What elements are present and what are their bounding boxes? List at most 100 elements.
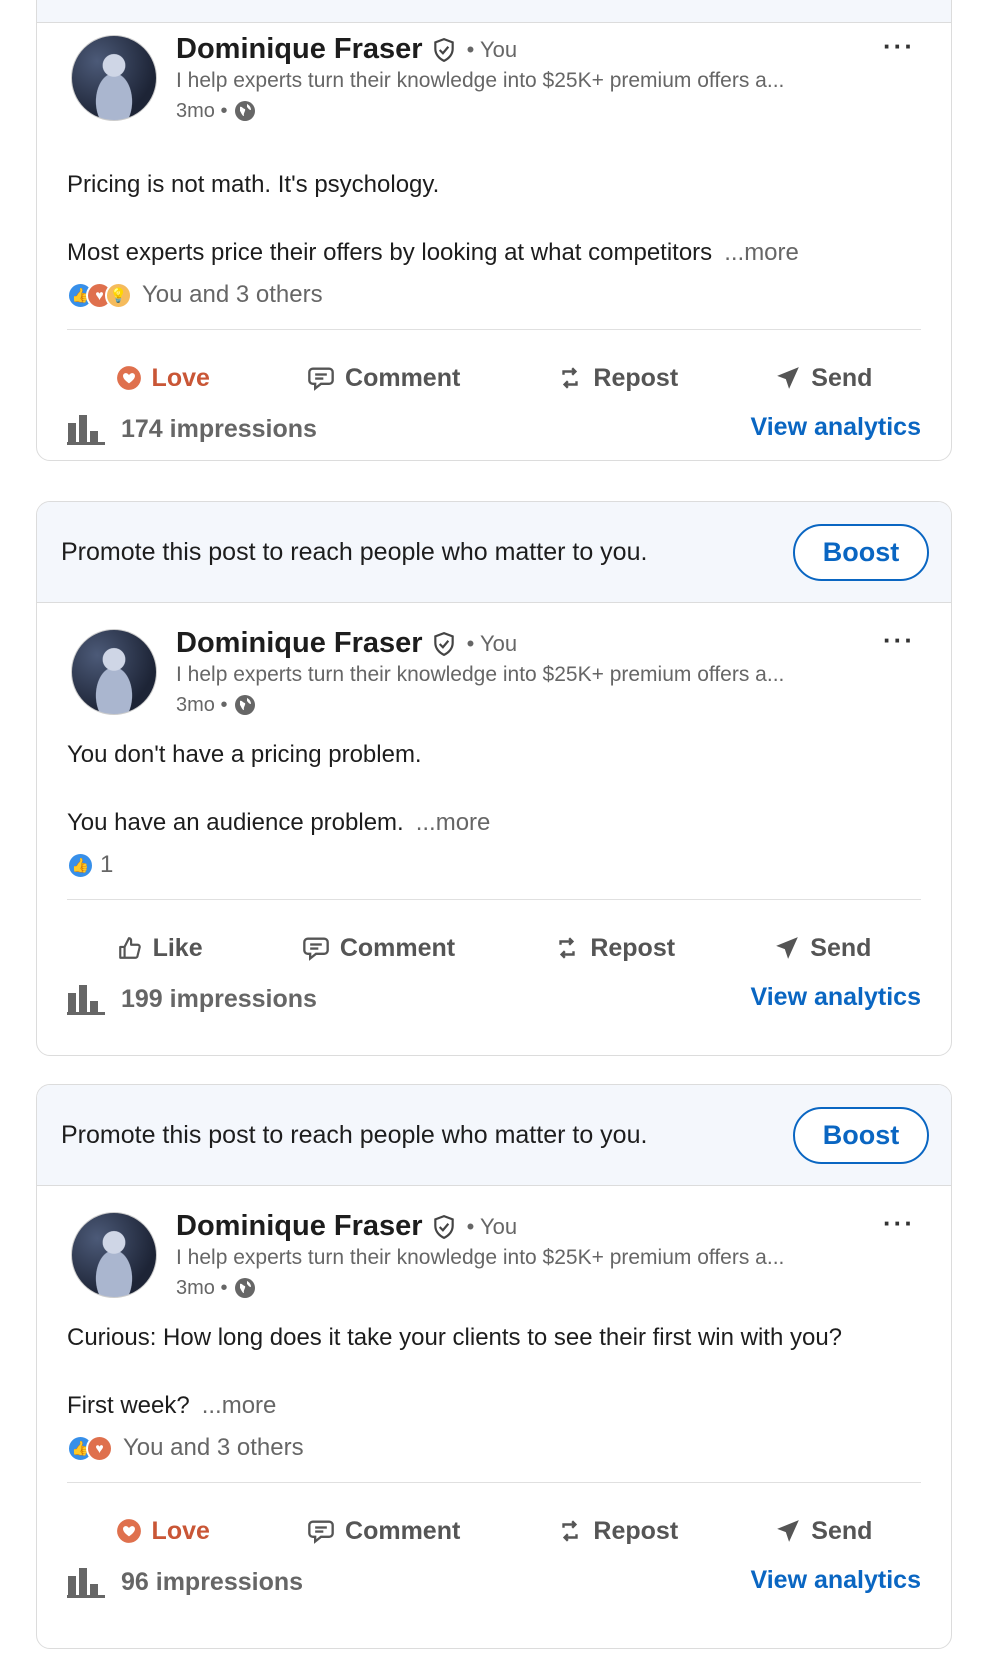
like-button[interactable]: Like <box>103 923 217 973</box>
promo-text: Promote this post to reach people who ma… <box>61 1120 648 1149</box>
repost-button[interactable]: Repost <box>543 353 692 403</box>
divider <box>67 899 921 900</box>
headline: I help experts turn their knowledge into… <box>176 1246 785 1269</box>
you-label: • You <box>466 1213 518 1239</box>
thumbs-up-icon <box>118 937 141 959</box>
impressions-count: 199 impressions <box>121 984 317 1013</box>
send-button[interactable]: Send <box>761 1506 886 1556</box>
love-icon <box>116 1519 141 1543</box>
comment-button[interactable]: Comment <box>293 1506 474 1556</box>
globe-icon <box>235 101 256 121</box>
reactions-summary[interactable]: 👍 1 <box>67 851 113 879</box>
impressions-count: 96 impressions <box>121 1567 304 1596</box>
repost-button[interactable]: Repost <box>543 1506 692 1556</box>
author-row: Dominique Fraser • You <box>176 33 517 66</box>
verified-icon <box>433 37 454 62</box>
repost-icon <box>562 367 579 389</box>
post-text: First week? <box>67 1392 190 1419</box>
headline: I help experts turn their knowledge into… <box>176 69 785 92</box>
insightful-icon: 💡 <box>105 281 132 309</box>
reactions-summary[interactable]: 👍 ♥ 💡 You and 3 others <box>67 281 323 309</box>
post-1: Dominique Fraser • You I help experts tu… <box>37 23 951 460</box>
action-bar: Love Comment Repost Send <box>67 353 921 403</box>
reaction-count: You and 3 others <box>123 1434 304 1461</box>
post-card-3: Promote this post to reach people who ma… <box>36 1084 952 1649</box>
comment-button[interactable]: Comment <box>293 353 474 403</box>
view-analytics-link[interactable]: View analytics <box>751 413 921 442</box>
post-3: Dominique Fraser • You I help experts tu… <box>37 1186 951 1639</box>
action-bar: Like Comment Repost Send <box>67 923 921 973</box>
reaction-count: 1 <box>100 851 114 878</box>
like-label: Like <box>152 933 203 962</box>
view-analytics-link[interactable]: View analytics <box>751 983 921 1012</box>
repost-label: Repost <box>590 933 676 962</box>
meta-row: 3mo • <box>176 99 257 123</box>
author-name[interactable]: Dominique Fraser <box>176 627 423 660</box>
boost-button[interactable]: Boost <box>793 1106 929 1164</box>
promo-banner: Promote this post to reach people who ma… <box>37 1085 951 1186</box>
send-label: Send <box>810 933 872 962</box>
author-name[interactable]: Dominique Fraser <box>176 1210 423 1243</box>
more-options-button[interactable]: ··· <box>883 625 915 656</box>
send-icon <box>777 367 800 389</box>
love-button[interactable]: Love <box>102 1506 224 1556</box>
avatar[interactable] <box>71 629 157 715</box>
love-label: Love <box>151 363 210 392</box>
comment-label: Comment <box>339 933 456 962</box>
see-more-link[interactable]: ...more <box>202 1392 277 1419</box>
post-text: Most experts price their offers by looki… <box>67 239 713 266</box>
post-age: 3mo • <box>176 693 228 716</box>
send-button[interactable]: Send <box>761 353 886 403</box>
post-card-1: Dominique Fraser • You I help experts tu… <box>36 0 952 461</box>
impressions: 199 impressions <box>67 983 317 1015</box>
view-analytics-link[interactable]: View analytics <box>751 1566 921 1595</box>
post-age: 3mo • <box>176 1276 228 1299</box>
post-text-line-1: Curious: How long does it take your clie… <box>67 1324 843 1351</box>
love-icon <box>116 366 141 390</box>
comment-label: Comment <box>345 363 461 392</box>
love-button[interactable]: Love <box>102 353 224 403</box>
send-icon <box>777 1520 800 1542</box>
chart-icon <box>67 1568 105 1598</box>
comment-label: Comment <box>345 1516 461 1545</box>
like-icon: 👍 <box>67 851 94 879</box>
author-row: Dominique Fraser • You <box>176 1210 517 1243</box>
send-button[interactable]: Send <box>760 923 885 973</box>
reactions-summary[interactable]: 👍 ♥ You and 3 others <box>67 1434 304 1462</box>
verified-icon <box>433 631 454 656</box>
comment-icon <box>302 937 329 961</box>
globe-icon <box>235 695 256 715</box>
repost-icon <box>559 937 576 959</box>
post-text-line-1: Pricing is not math. It's psychology. <box>67 171 440 198</box>
more-options-button[interactable]: ··· <box>883 31 915 62</box>
impressions: 174 impressions <box>67 413 317 445</box>
send-icon <box>776 937 799 959</box>
action-bar: Love Comment Repost Send <box>67 1506 921 1556</box>
see-more-link[interactable]: ...more <box>724 239 799 266</box>
reaction-count: You and 3 others <box>142 281 323 308</box>
more-options-button[interactable]: ··· <box>883 1208 915 1239</box>
repost-button[interactable]: Repost <box>540 923 689 973</box>
avatar[interactable] <box>71 35 157 121</box>
comment-icon <box>308 367 334 391</box>
comment-icon <box>308 1520 334 1544</box>
impressions-count: 174 impressions <box>121 414 317 443</box>
send-label: Send <box>811 1516 873 1545</box>
avatar[interactable] <box>71 1212 157 1298</box>
you-label: • You <box>466 36 518 62</box>
author-name[interactable]: Dominique Fraser <box>176 33 423 66</box>
headline: I help experts turn their knowledge into… <box>176 663 785 686</box>
verified-icon <box>433 1214 454 1239</box>
meta-row: 3mo • <box>176 693 257 717</box>
post-text: You have an audience problem. <box>67 809 404 836</box>
post-text-line-1: You don't have a pricing problem. <box>67 741 422 768</box>
see-more-link[interactable]: ...more <box>416 809 491 836</box>
divider <box>67 329 921 330</box>
promo-banner-cut <box>37 0 951 23</box>
post-age: 3mo • <box>176 99 228 122</box>
comment-button[interactable]: Comment <box>288 923 469 973</box>
post-text-line-2: First week? ...more <box>67 1392 276 1420</box>
post-text-line-2: Most experts price their offers by looki… <box>67 239 799 267</box>
boost-button[interactable]: Boost <box>793 523 929 581</box>
author-row: Dominique Fraser • You <box>176 627 517 660</box>
